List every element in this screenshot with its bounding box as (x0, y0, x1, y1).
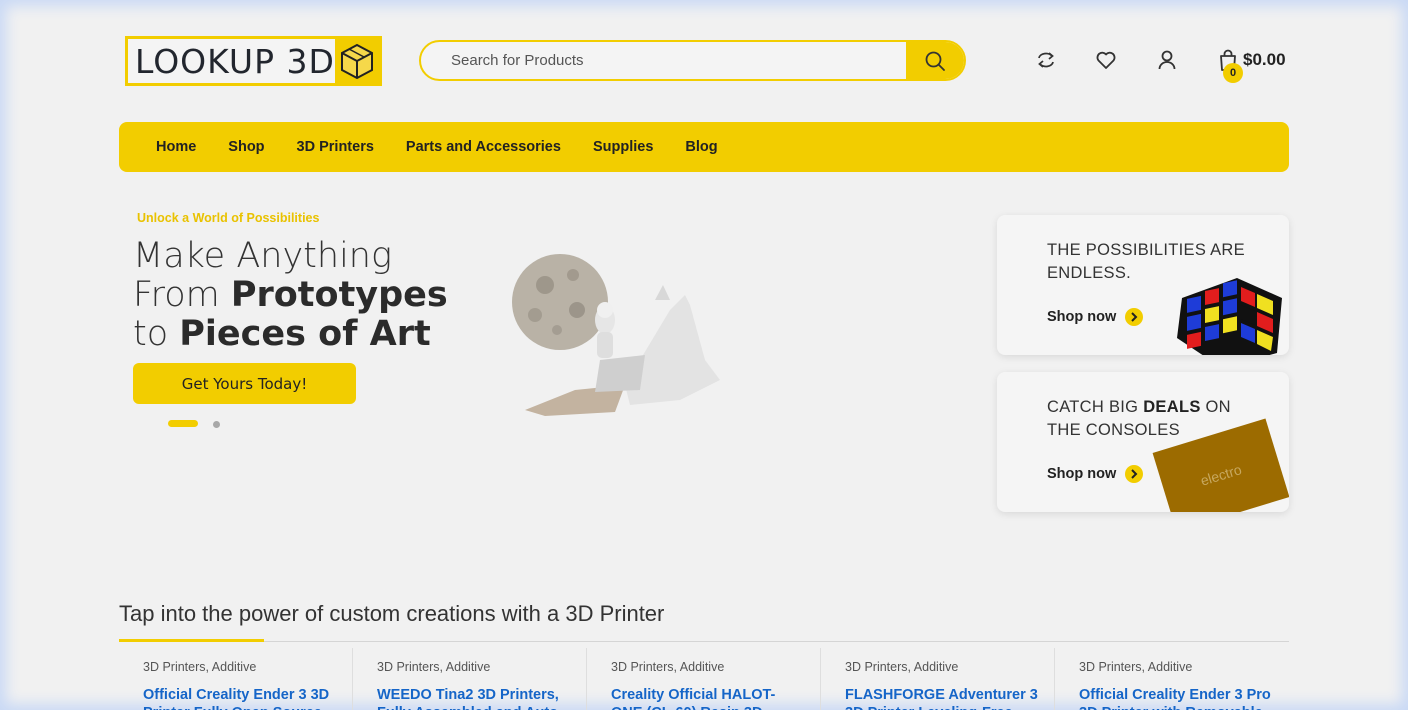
hero-line-2-bold: Prototypes (230, 275, 448, 315)
category-link[interactable]: 3D Printers (143, 660, 206, 674)
search-bar (419, 40, 966, 81)
product-card[interactable]: 3D Printers, Additive Official Creality … (119, 648, 353, 710)
cart-total[interactable]: $0.00 (1243, 50, 1286, 70)
product-categories: 3D Printers, Additive (143, 660, 257, 674)
hero-line-1: Make Anything (133, 236, 392, 276)
product-card[interactable]: 3D Printers, Additive Official Creality … (1055, 648, 1289, 710)
section-title: Tap into the power of custom creations w… (119, 601, 665, 626)
promo-title-bold: DEALS (1143, 398, 1201, 416)
heart-icon[interactable] (1094, 48, 1118, 72)
nav-home[interactable]: Home (156, 139, 196, 155)
category-link[interactable]: Additive (680, 660, 724, 674)
cube-icon (335, 39, 379, 83)
hero-pretitle: Unlock a World of Possibilities (137, 211, 320, 225)
product-categories: 3D Printers, Additive (845, 660, 959, 674)
section-accent-bar (119, 639, 264, 642)
nav-3d-printers[interactable]: 3D Printers (297, 139, 374, 155)
get-yours-button[interactable]: Get Yours Today! (133, 363, 356, 404)
product-categories: 3D Printers, Additive (611, 660, 725, 674)
compare-icon[interactable] (1034, 48, 1058, 72)
category-link[interactable]: Additive (446, 660, 490, 674)
product-card[interactable]: 3D Printers, Additive Creality Official … (587, 648, 821, 710)
nav-blog[interactable]: Blog (685, 139, 717, 155)
category-link[interactable]: 3D Printers (845, 660, 908, 674)
search-button[interactable] (906, 42, 964, 79)
product-card[interactable]: 3D Printers, Additive WEEDO Tina2 3D Pri… (353, 648, 587, 710)
shop-now-link[interactable]: Shop now (1047, 465, 1144, 483)
product-card[interactable]: 3D Printers, Additive FLASHFORGE Adventu… (821, 648, 1055, 710)
search-icon (925, 51, 945, 71)
search-input[interactable] (421, 42, 908, 79)
placeholder-text: electro (1198, 461, 1244, 489)
hero-title: Make Anything From Prototypes to Pieces … (133, 237, 448, 354)
shop-now-label: Shop now (1047, 309, 1117, 325)
nav-parts-accessories[interactable]: Parts and Accessories (406, 139, 561, 155)
section-divider (119, 641, 1289, 642)
product-categories: 3D Printers, Additive (1079, 660, 1193, 674)
user-icon[interactable] (1155, 48, 1179, 72)
logo-text: LOOKUP 3D (135, 41, 335, 81)
product-title[interactable]: FLASHFORGE Adventurer 3 3D Printer Level… (845, 686, 1040, 710)
product-categories: 3D Printers, Additive (377, 660, 491, 674)
hero-line-3-prefix: to (133, 314, 180, 354)
nav-supplies[interactable]: Supplies (593, 139, 653, 155)
promo-card-consoles[interactable]: CATCH BIG DEALS ON THE CONSOLES Shop now… (997, 372, 1289, 512)
hero-line-3-bold: Pieces of Art (179, 314, 431, 354)
category-link[interactable]: 3D Printers (1079, 660, 1142, 674)
category-link[interactable]: Additive (212, 660, 256, 674)
category-link[interactable]: Additive (914, 660, 958, 674)
arrow-right-icon (1125, 308, 1144, 326)
product-title[interactable]: WEEDO Tina2 3D Printers, Fully Assembled… (377, 686, 572, 710)
category-link[interactable]: 3D Printers (611, 660, 674, 674)
promo-card-rubik[interactable]: THE POSSIBILITIES ARE ENDLESS. Shop now (997, 215, 1289, 355)
page-frame: LOOKUP 3D Search for Products 0 $0.00 Ho… (0, 0, 1408, 710)
hero-line-2-prefix: From (133, 275, 231, 315)
product-title[interactable]: Official Creality Ender 3 3D Printer Ful… (143, 686, 338, 710)
cart-count-badge: 0 (1223, 63, 1243, 83)
product-title[interactable]: Official Creality Ender 3 Pro 3D Printer… (1079, 686, 1274, 710)
promo-title-part: CATCH BIG (1047, 398, 1144, 416)
shop-now-label: Shop now (1047, 466, 1117, 482)
nav-shop[interactable]: Shop (228, 139, 264, 155)
hero-sculpture-image (512, 254, 720, 416)
product-title[interactable]: Creality Official HALOT-ONE (CL-60) Resi… (611, 686, 806, 710)
category-link[interactable]: 3D Printers (377, 660, 440, 674)
rubiks-cube-image (1177, 278, 1282, 355)
shop-now-link[interactable]: Shop now (1047, 308, 1144, 326)
slider-dot-active[interactable] (168, 420, 198, 427)
main-nav: Home Shop 3D Printers Parts and Accessor… (119, 122, 1289, 172)
site-logo[interactable]: LOOKUP 3D (125, 36, 382, 86)
arrow-right-icon (1125, 465, 1144, 483)
category-link[interactable]: Additive (1148, 660, 1192, 674)
slider-dot[interactable] (213, 421, 220, 428)
